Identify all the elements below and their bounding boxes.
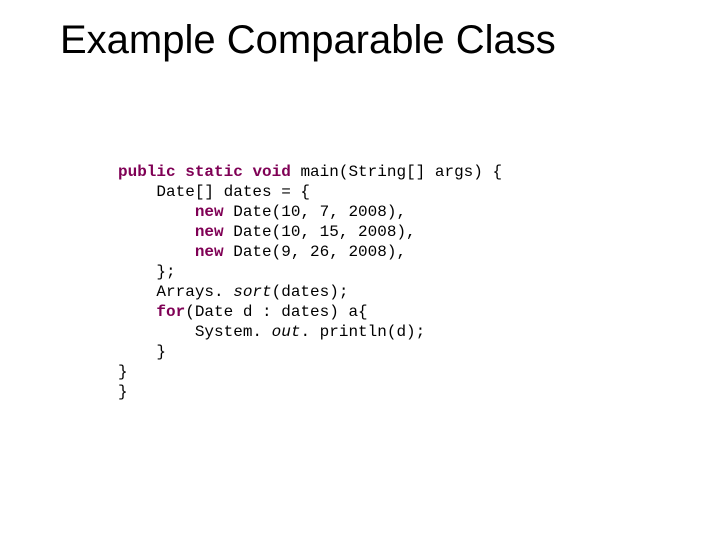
keyword-static: static xyxy=(185,163,243,181)
date-literal-3: Date(9, 26, 2008), xyxy=(224,243,406,261)
sort-args: (dates); xyxy=(272,283,349,301)
date-literal-2: Date(10, 15, 2008), xyxy=(224,223,416,241)
slide-title: Example Comparable Class xyxy=(60,18,680,63)
main-signature: main(String[] args) { xyxy=(291,163,502,181)
array-close: }; xyxy=(156,263,175,281)
keyword-new: new xyxy=(195,203,224,221)
println-call: . println(d); xyxy=(300,323,425,341)
code-block: public static void main(String[] args) {… xyxy=(118,162,502,402)
closing-brace: } xyxy=(118,363,128,381)
arrays-call: Arrays. xyxy=(156,283,233,301)
dates-declaration: Date[] dates = { xyxy=(156,183,310,201)
keyword-new: new xyxy=(195,243,224,261)
closing-brace: } xyxy=(118,383,128,401)
date-literal-1: Date(10, 7, 2008), xyxy=(224,203,406,221)
keyword-void: void xyxy=(252,163,290,181)
slide: Example Comparable Class public static v… xyxy=(0,0,720,540)
sort-method: sort xyxy=(233,283,271,301)
system-call: System. xyxy=(195,323,272,341)
out-field: out xyxy=(272,323,301,341)
keyword-public: public xyxy=(118,163,176,181)
for-header: (Date d : dates) a{ xyxy=(185,303,367,321)
closing-brace: } xyxy=(156,343,166,361)
keyword-new: new xyxy=(195,223,224,241)
keyword-for: for xyxy=(156,303,185,321)
